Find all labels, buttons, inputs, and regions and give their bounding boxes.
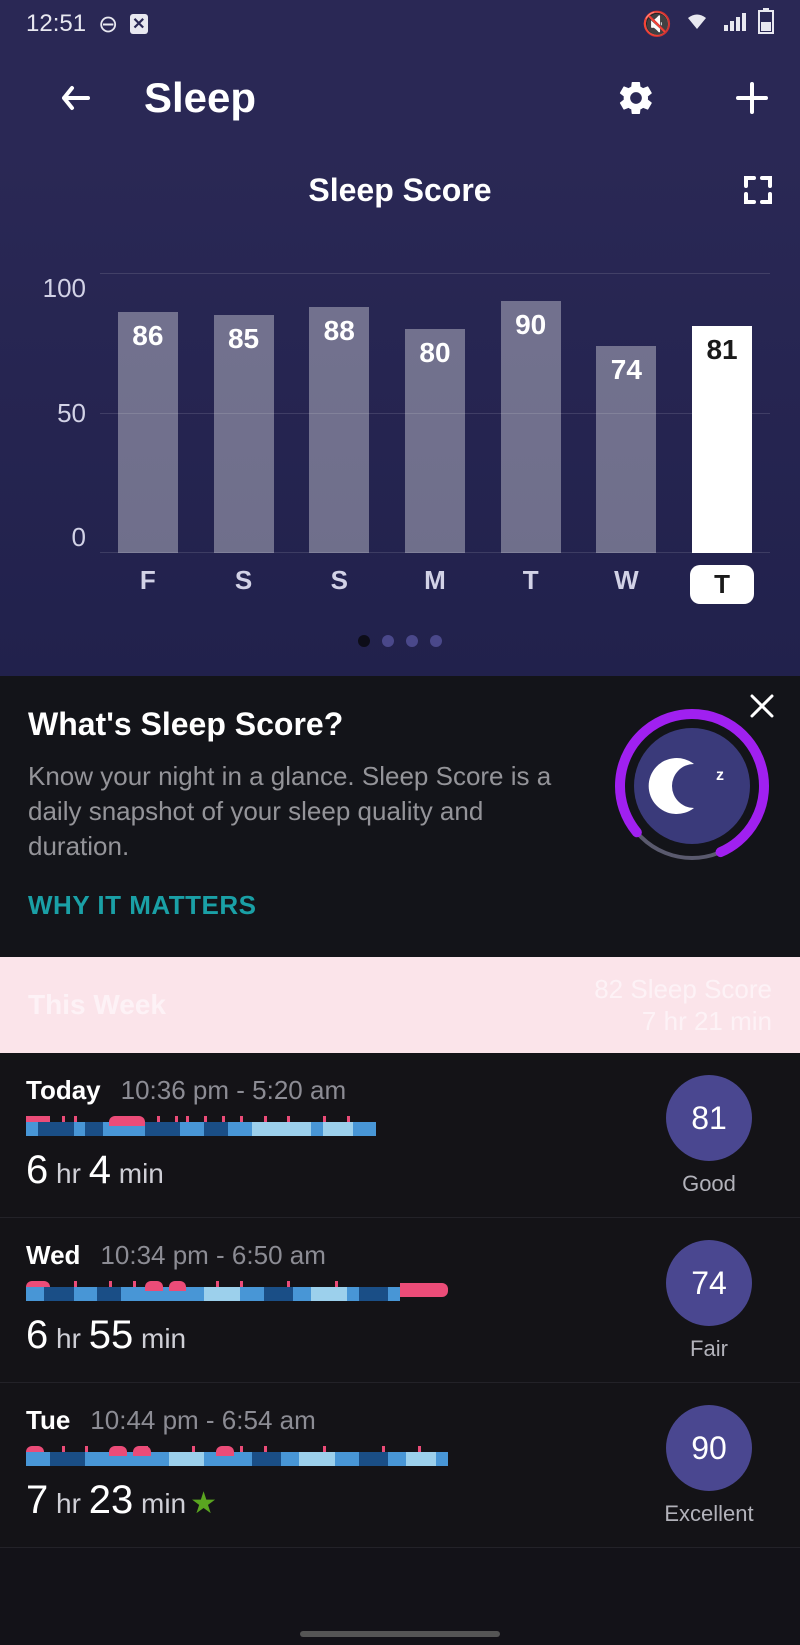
chart-bar[interactable]: 74 <box>594 346 658 553</box>
chart-x-label: S <box>307 565 371 604</box>
sleep-time-range: 10:44 pm - 6:54 am <box>90 1405 315 1436</box>
sleep-list-item[interactable]: Tue 10:44 pm - 6:54 am 7 hr 23 min★ 90 Excel… <box>0 1383 800 1548</box>
sleep-score-rating: Excellent <box>664 1501 753 1527</box>
sleep-duration: 6 hr 55 min <box>26 1313 620 1358</box>
chart-bar[interactable]: 88 <box>307 307 371 553</box>
status-time: 12:51 <box>26 10 86 38</box>
info-card-description: Know your night in a glance. Sleep Score… <box>28 759 582 864</box>
chart-bar[interactable]: 85 <box>212 315 276 553</box>
star-icon: ★ <box>190 1487 217 1520</box>
info-card-title: What's Sleep Score? <box>28 706 582 743</box>
sleep-time-range: 10:34 pm - 6:50 am <box>100 1240 325 1271</box>
sleep-score-rating: Good <box>682 1171 736 1197</box>
sleep-list: Today 10:36 pm - 5:20 am 6 hr 4 min 81 Good W… <box>0 1053 800 1548</box>
battery-icon <box>758 8 774 41</box>
app-header: Sleep <box>0 48 800 148</box>
sleep-stages-bar <box>26 1116 620 1138</box>
chart-pager[interactable] <box>20 634 780 666</box>
chart-bar[interactable]: 90 <box>499 301 563 553</box>
add-button[interactable] <box>732 78 772 118</box>
chart-bar[interactable]: 80 <box>403 329 467 553</box>
sleep-list-item[interactable]: Wed 10:34 pm - 6:50 am 6 hr 55 min 74 Fair <box>0 1218 800 1383</box>
page-title: Sleep <box>144 74 540 122</box>
chart-x-label: T <box>499 565 563 604</box>
chart-bar[interactable]: 81 <box>690 326 754 553</box>
chart-x-axis: FSSMTWT <box>100 565 780 604</box>
card-icon: ✕ <box>130 14 147 34</box>
chart-x-label: M <box>403 565 467 604</box>
week-summary-duration: 7 hr 21 min <box>594 1005 772 1038</box>
chart-x-label: W <box>594 565 658 604</box>
sleep-day: Tue <box>26 1405 70 1436</box>
pager-dot[interactable] <box>382 635 394 647</box>
sleep-day: Wed <box>26 1240 80 1271</box>
sleep-stages-bar <box>26 1446 620 1468</box>
chart-title: Sleep Score <box>308 172 491 208</box>
pager-dot[interactable] <box>406 635 418 647</box>
sleep-duration: 7 hr 23 min★ <box>26 1478 620 1523</box>
info-card: What's Sleep Score? Know your night in a… <box>0 676 800 957</box>
sleep-score-chart: Sleep Score 100 50 0 86858880907481 FSSM… <box>0 148 800 676</box>
pager-dot[interactable] <box>358 635 370 647</box>
sleep-score-circle: 81 <box>666 1075 752 1161</box>
chart-x-label: S <box>212 565 276 604</box>
wifi-icon <box>684 10 710 38</box>
chart-y-axis: 100 50 0 <box>20 273 100 553</box>
sleep-score-circle: 90 <box>666 1405 752 1491</box>
chart-x-label: F <box>116 565 180 604</box>
sleep-duration: 6 hr 4 min <box>26 1148 620 1193</box>
week-summary[interactable]: This Week 82 Sleep Score 7 hr 21 min <box>0 957 800 1053</box>
sleep-score-circle: 74 <box>666 1240 752 1326</box>
pager-dot[interactable] <box>430 635 442 647</box>
sleep-time-range: 10:36 pm - 5:20 am <box>121 1075 346 1106</box>
sleep-day: Today <box>26 1075 101 1106</box>
chart-x-label: T <box>690 565 754 604</box>
week-summary-score: 82 Sleep Score <box>594 973 772 1006</box>
status-bar: 12:51 ⊖ ✕ 🔇 <box>0 0 800 48</box>
sleep-score-rating: Fair <box>690 1336 728 1362</box>
week-summary-label: This Week <box>28 989 166 1021</box>
sleep-stages-bar <box>26 1281 620 1303</box>
mute-icon: 🔇 <box>642 10 672 39</box>
do-not-disturb-icon: ⊖ <box>98 10 118 39</box>
settings-button[interactable] <box>616 78 656 118</box>
expand-icon[interactable] <box>742 174 774 211</box>
svg-text:z: z <box>716 767 724 784</box>
back-button[interactable] <box>56 78 96 118</box>
signal-icon <box>722 10 746 38</box>
chart-bar[interactable]: 86 <box>116 312 180 553</box>
close-button[interactable] <box>746 690 778 727</box>
why-it-matters-link[interactable]: WHY IT MATTERS <box>28 890 582 921</box>
sleep-score-ring-icon: z <box>612 706 772 866</box>
sleep-list-item[interactable]: Today 10:36 pm - 5:20 am 6 hr 4 min 81 Good <box>0 1053 800 1218</box>
home-indicator[interactable] <box>300 1631 500 1637</box>
